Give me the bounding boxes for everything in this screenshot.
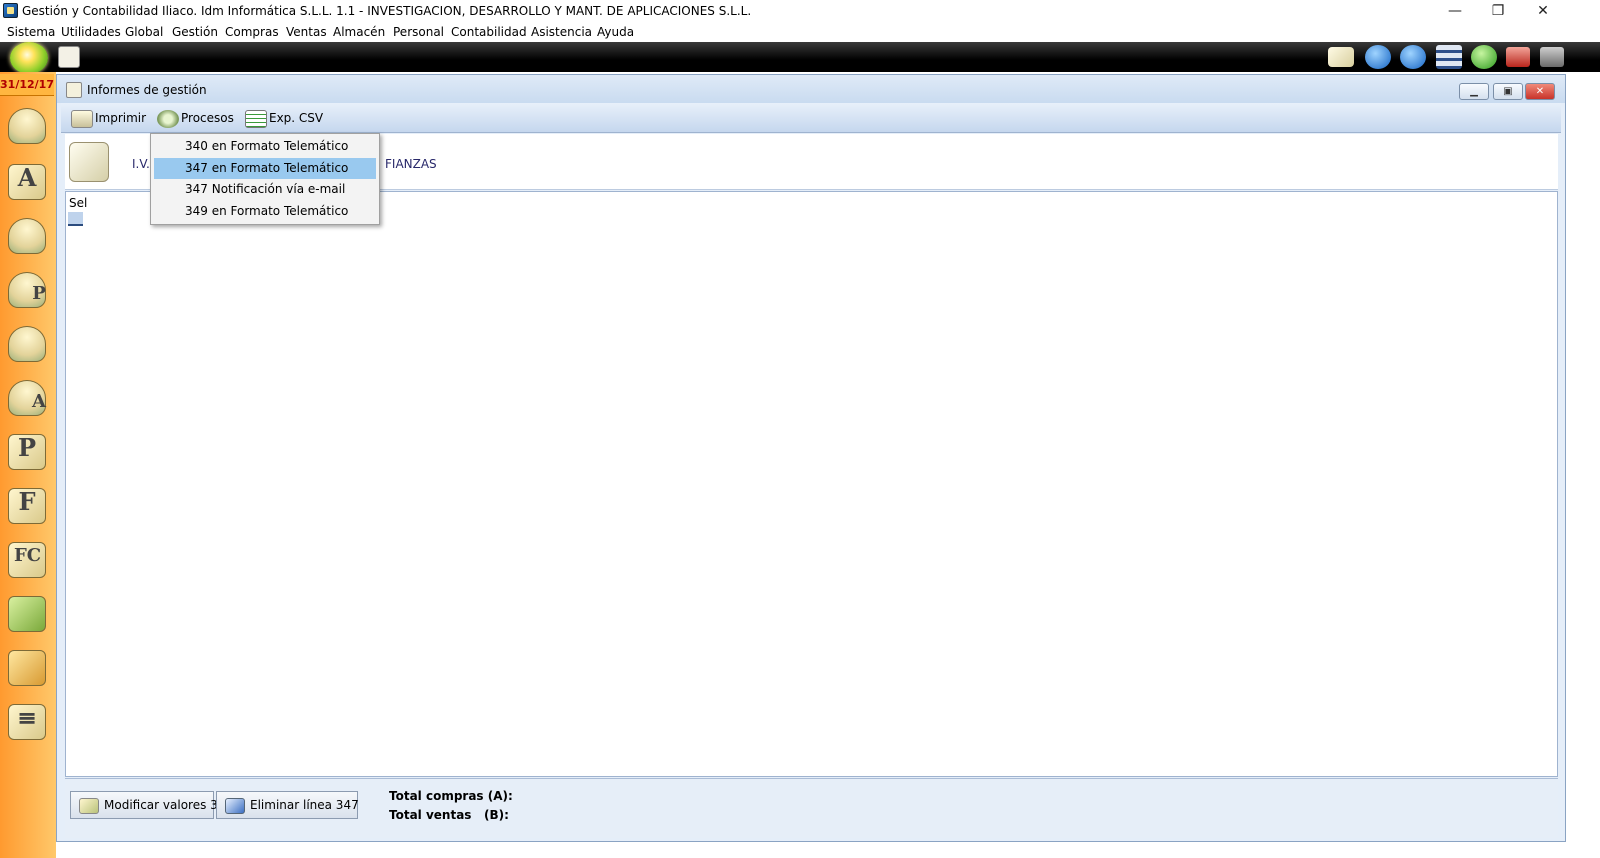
menu-compras[interactable]: Compras — [225, 25, 279, 39]
menu-almacen[interactable]: Almacén — [333, 25, 385, 39]
menu-contabilidad[interactable]: Contabilidad — [451, 25, 527, 39]
records-grid[interactable]: Sel — [65, 191, 1558, 777]
menu-item-340-telematic[interactable]: 340 en Formato Telemático — [154, 136, 376, 157]
report-logo-icon — [69, 142, 109, 182]
minimize-button[interactable]: — — [1435, 0, 1475, 22]
menu-sistema[interactable]: Sistema — [7, 25, 55, 39]
inner-maximize-button[interactable]: ▣ — [1493, 83, 1523, 100]
print-button[interactable]: Imprimir — [71, 109, 146, 129]
edit-icon — [79, 797, 99, 814]
start-orb-icon[interactable] — [10, 42, 48, 74]
spreadsheet-icon — [245, 109, 267, 128]
report-list-icon[interactable]: ≡ — [4, 700, 50, 744]
report-footer: Modificar valores 347 Eliminar línea 347… — [65, 778, 1558, 838]
menu-item-347-email[interactable]: 347 Notificación vía e-mail — [154, 179, 376, 200]
main-toolbar — [0, 42, 1600, 72]
provider-icon[interactable]: P — [4, 268, 50, 312]
report-toolbar: Imprimir Procesos Exp. CSV — [61, 103, 1561, 133]
total-purchases-label: Total compras (A): — [389, 789, 513, 803]
modify-values-347-button[interactable]: Modificar valores 347 — [70, 791, 233, 819]
menu-global[interactable]: Global — [125, 25, 163, 39]
purchase-bag-icon[interactable] — [4, 592, 50, 636]
inner-minimize-button[interactable]: ▁ — [1459, 83, 1489, 100]
current-date: 31/12/17 — [0, 74, 54, 96]
menu-utilidades[interactable]: Utilidades — [61, 25, 121, 39]
report-icon — [66, 82, 82, 98]
export-csv-button[interactable]: Exp. CSV — [245, 109, 323, 129]
users-icon[interactable] — [4, 104, 50, 148]
inner-window-title: Informes de gestión — [87, 83, 207, 97]
header-iva-label: I.V. — [132, 157, 150, 171]
total-sales-label: Total ventas (B): — [389, 808, 509, 822]
inner-titlebar: Informes de gestión ▁ ▣ ✕ — [57, 75, 1565, 103]
delete-icon — [225, 797, 245, 814]
sel-column-header: Sel — [69, 196, 88, 210]
close-button[interactable]: ✕ — [1523, 0, 1563, 22]
header-fianzas-label: FIANZAS — [385, 157, 437, 171]
invoice-client-icon[interactable]: FC — [4, 538, 50, 582]
document-icon[interactable] — [58, 46, 80, 68]
forward-arrow-icon[interactable] — [1400, 45, 1426, 69]
agent-icon[interactable]: A — [4, 376, 50, 420]
invoice-icon[interactable]: F — [4, 484, 50, 528]
menubar: Sistema Utilidades Global Gestión Compra… — [0, 22, 1600, 42]
menu-item-347-telematic[interactable]: 347 en Formato Telemático — [154, 158, 376, 179]
app-titlebar: Gestión y Contabilidad Iliaco. Idm Infor… — [0, 0, 1600, 22]
client-icon[interactable] — [4, 214, 50, 258]
menu-gestion[interactable]: Gestión — [172, 25, 218, 39]
gears-icon — [157, 109, 179, 128]
back-arrow-icon[interactable] — [1365, 45, 1391, 69]
app-icon — [3, 3, 18, 18]
inner-close-button[interactable]: ✕ — [1525, 83, 1555, 100]
menu-asistencia[interactable]: Asistencia — [531, 25, 592, 39]
close-all-icon[interactable] — [1540, 47, 1564, 67]
articles-icon[interactable]: A — [4, 160, 50, 204]
menu-personal[interactable]: Personal — [393, 25, 444, 39]
close-window-icon[interactable] — [1506, 47, 1530, 67]
window-title: Gestión y Contabilidad Iliaco. Idm Infor… — [22, 4, 752, 18]
contacts-icon[interactable] — [4, 322, 50, 366]
help-icon[interactable] — [1471, 45, 1497, 69]
menu-item-349-telematic[interactable]: 349 en Formato Telemático — [154, 201, 376, 222]
restore-button[interactable]: ❐ — [1478, 0, 1518, 22]
windows-list-icon[interactable] — [1436, 45, 1462, 69]
mail-icon[interactable] — [1328, 47, 1354, 67]
sales-bag-icon[interactable] — [4, 646, 50, 690]
printer-icon — [71, 109, 93, 128]
order-icon[interactable]: P — [4, 430, 50, 474]
processes-dropdown: 340 en Formato Telemático 347 en Formato… — [150, 133, 380, 225]
processes-button[interactable]: Procesos — [157, 109, 234, 129]
delete-line-347-button[interactable]: Eliminar línea 347 — [216, 791, 359, 819]
menu-ventas[interactable]: Ventas — [286, 25, 327, 39]
selection-cell[interactable] — [68, 212, 83, 226]
menu-ayuda[interactable]: Ayuda — [597, 25, 634, 39]
